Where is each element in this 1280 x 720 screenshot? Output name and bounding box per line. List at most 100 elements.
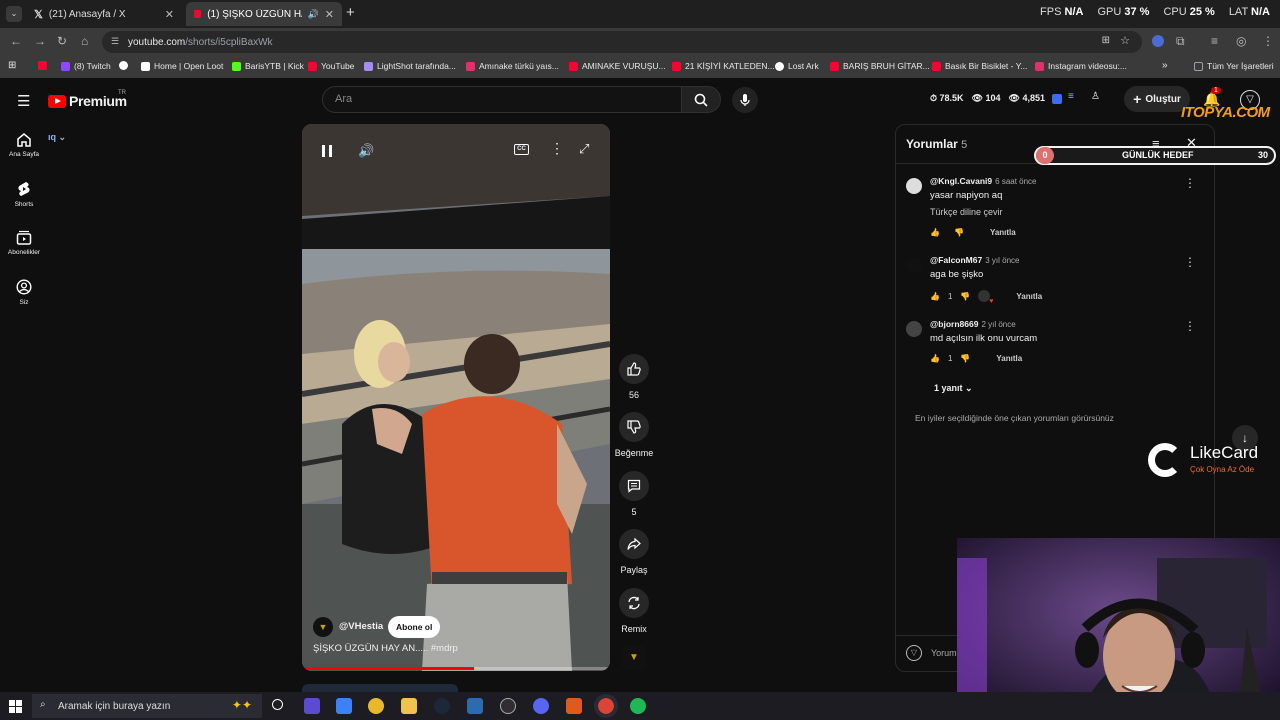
voice-search-button[interactable] [732, 87, 758, 113]
chrome-icon[interactable] [368, 698, 384, 714]
avatar[interactable] [906, 321, 922, 337]
bookmark-kick[interactable]: BarisYTB | Kick [232, 61, 304, 71]
reply-button[interactable]: Yanıtla [1016, 292, 1042, 301]
chrome-active-icon[interactable] [594, 694, 618, 718]
captions-button[interactable]: CC [514, 144, 529, 155]
back-icon[interactable]: ← [10, 34, 22, 48]
like-button[interactable]: 56 [619, 354, 649, 400]
speaker-icon[interactable]: 🔊 [308, 9, 319, 20]
dislike-icon[interactable]: 👎 [960, 354, 970, 363]
bookmark-youtube-home[interactable]: YouTube [308, 61, 354, 71]
shorts-video-player[interactable]: 🔊 CC ⋮ ⤢ ▼ @VHestia Abone ol ŞİŞKO ÜZGÜN… [302, 124, 610, 671]
apps-grid-icon[interactable]: ⊞ [8, 60, 16, 71]
bookmark-open-loot[interactable]: Home | Open Loot [141, 61, 223, 71]
media-control-icon[interactable]: ≡ [1211, 34, 1218, 48]
avatar[interactable] [906, 257, 922, 273]
like-icon[interactable]: 👍 [930, 354, 940, 363]
tab-x-home[interactable]: 𝕏 (21) Anasayfa / X ✕ [26, 2, 182, 26]
avatar[interactable] [906, 178, 922, 194]
search-button[interactable] [681, 86, 721, 113]
sound-source-thumbnail[interactable]: ▼ [622, 646, 646, 670]
reply-button[interactable]: Yanıtla [990, 228, 1016, 237]
sidebar-item-you[interactable]: Siz [0, 279, 48, 306]
channel-switcher-icon[interactable]: ıq ⌄ [48, 132, 66, 143]
reload-icon[interactable]: ↻ [57, 34, 67, 48]
bookmark-video-3[interactable]: BARIŞ BRUH GİTAR... [830, 61, 930, 71]
bookmark-lost-ark[interactable]: Lost Ark [775, 61, 819, 71]
address-bar[interactable]: ☰ youtube.com/shorts/i5cpliBaxWk ⊞ ☆ [102, 31, 1142, 53]
comment-author[interactable]: @FalconM67 3 yıl önce [930, 255, 1019, 265]
bookmark-twitch[interactable]: (8) Twitch [61, 61, 111, 71]
dislike-icon[interactable]: 👎 [954, 228, 964, 237]
like-icon[interactable]: 👍 [930, 228, 940, 237]
bookmark-star-icon[interactable]: ☆ [1120, 34, 1130, 47]
hamburger-menu-icon[interactable]: ☰ [17, 92, 30, 110]
bookmark-instagram-2[interactable]: Instagram videosu:... [1035, 61, 1127, 71]
comment-menu-icon[interactable]: ⋮ [1184, 319, 1196, 333]
profile-icon[interactable]: ◎ [1236, 34, 1246, 48]
share-button[interactable]: Paylaş [619, 529, 649, 575]
volume-button[interactable]: 🔊 [358, 143, 374, 159]
install-app-icon[interactable]: ⊞ [1102, 35, 1110, 46]
sort-extension-icon[interactable]: ≡ [1068, 91, 1074, 102]
bookmark-instagram-1[interactable]: Amınake türkü yaıs... [466, 61, 559, 71]
task-view-icon[interactable] [272, 699, 283, 710]
discord-icon[interactable] [533, 698, 549, 714]
forward-icon[interactable]: → [34, 34, 46, 48]
more-bookmarks-icon[interactable]: » [1162, 60, 1168, 71]
dislike-button[interactable]: Beğenme [611, 412, 657, 458]
comments-button[interactable]: 5 [619, 471, 649, 517]
sidebar-item-home[interactable]: Ana Sayfa [0, 132, 48, 158]
extensions-puzzle-icon[interactable]: ⧉ [1176, 34, 1185, 49]
app-icon[interactable] [467, 698, 483, 714]
close-tab-icon[interactable]: ✕ [165, 8, 174, 21]
windows-start-icon[interactable] [9, 700, 22, 713]
file-explorer-icon[interactable] [401, 698, 417, 714]
steam-icon[interactable] [434, 698, 450, 714]
taskbar-search-input[interactable]: ⌕ Aramak için buraya yazın ✦✦ [32, 694, 262, 718]
obs-icon[interactable] [500, 698, 516, 714]
sidebar-item-subscriptions[interactable]: Abonelikler [0, 230, 48, 256]
comment-author[interactable]: @bjorn8669 2 yıl önce [930, 319, 1016, 329]
new-tab-button[interactable]: + [346, 4, 355, 21]
remix-button[interactable]: Remix [619, 588, 649, 634]
wordle-extension-icon[interactable]: ♙ [1091, 91, 1100, 102]
app-icon[interactable] [566, 698, 582, 714]
youtube-premium-logo[interactable]: Premium TR [48, 90, 127, 109]
all-bookmarks[interactable]: Tüm Yer İşaretleri [1194, 61, 1274, 71]
comment-input[interactable]: ▽ Yorum [906, 645, 957, 661]
subscribe-button[interactable]: Abone ol [388, 616, 441, 638]
browser-menu-icon[interactable]: ⋮ [1262, 34, 1274, 48]
fullscreen-icon[interactable]: ⤢ [579, 141, 589, 157]
translate-link[interactable]: Türkçe diline çevir [930, 207, 1003, 217]
bookmark-google[interactable] [119, 61, 128, 70]
tab-search-button[interactable]: ⌄ [6, 6, 22, 22]
like-icon[interactable]: 👍 [930, 292, 940, 301]
more-options-icon[interactable]: ⋮ [550, 140, 564, 157]
next-short-preview[interactable] [302, 684, 458, 692]
store-icon[interactable] [336, 698, 352, 714]
dislike-icon[interactable]: 👎 [960, 292, 970, 301]
comment-menu-icon[interactable]: ⋮ [1184, 176, 1196, 190]
comment-author[interactable]: @Kngl.Cavani9 6 saat önce [930, 176, 1037, 186]
app-icon[interactable] [304, 698, 320, 714]
spotify-icon[interactable] [630, 698, 646, 714]
sidebar-item-shorts[interactable]: Shorts [0, 181, 48, 208]
bookmark-video-4[interactable]: Basık Bir Bisiklet - Y... [932, 61, 1027, 71]
bookmark-youtube[interactable] [38, 61, 47, 70]
bookmark-lightshot[interactable]: LightShot tarafında... [364, 61, 456, 71]
bookmark-video-2[interactable]: 21 KİŞİYİ KATLEDEN... [672, 61, 775, 71]
extension-icon[interactable] [1152, 35, 1164, 47]
video-progress-track[interactable] [302, 667, 610, 670]
channel-name[interactable]: @VHestia [339, 621, 383, 632]
home-button-icon[interactable]: ⌂ [81, 34, 88, 48]
channel-avatar[interactable]: ▼ [313, 617, 333, 637]
extension-badge-icon[interactable] [1052, 94, 1062, 104]
bookmark-video-1[interactable]: AMINAKE VURUŞU... [569, 61, 666, 71]
close-tab-icon[interactable]: ✕ [325, 8, 334, 21]
pause-button[interactable] [320, 144, 334, 158]
search-input[interactable]: Ara [322, 86, 682, 113]
site-info-icon[interactable]: ☰ [111, 36, 119, 47]
comment-menu-icon[interactable]: ⋮ [1184, 255, 1196, 269]
tab-youtube-short[interactable]: (1) ŞİŞKO ÜZGÜN HAY AN... 🔊 ✕ [186, 2, 342, 26]
